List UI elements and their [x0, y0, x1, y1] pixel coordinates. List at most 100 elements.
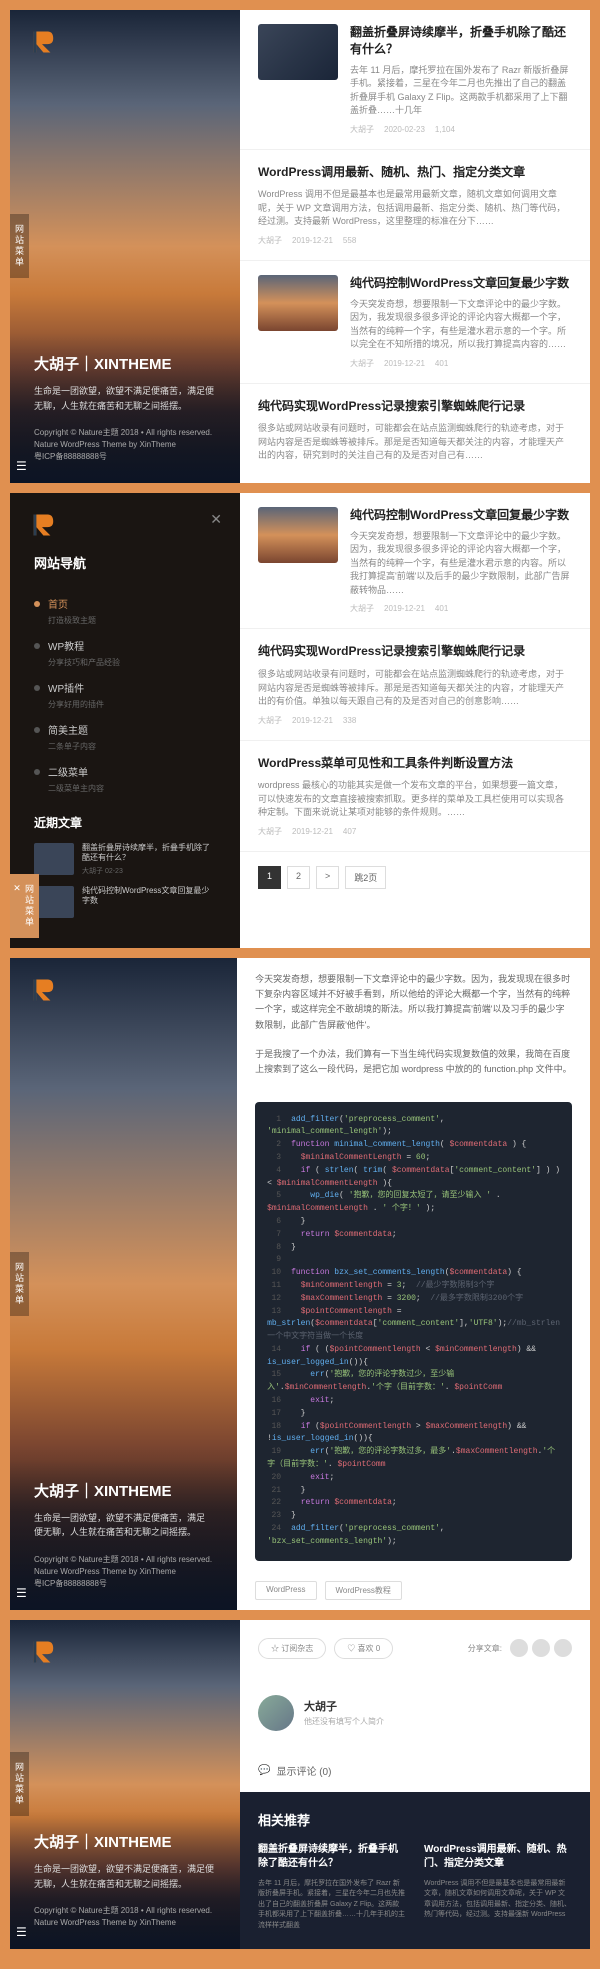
like-button[interactable]: ♡ 喜欢 0	[334, 1638, 393, 1659]
sidebar: 网站菜单 ☰ 大胡子｜XINTHEME 生命是一团欲望，欲望不满足便痛苦，满足便…	[10, 10, 240, 483]
share-icon[interactable]	[554, 1639, 572, 1657]
screenshot-1: 网站菜单 ☰ 大胡子｜XINTHEME 生命是一团欲望，欲望不满足便痛苦，满足便…	[10, 10, 590, 483]
copy-line: Copyright © Nature主题 2018 • All rights r…	[34, 427, 216, 439]
sidebar-menu-tab[interactable]: 网站菜单	[10, 1752, 29, 1816]
post-meta: 大胡子2019-12-21401	[350, 603, 572, 614]
post-title[interactable]: 纯代码实现WordPress记录搜索引擎蜘蛛爬行记录	[258, 398, 572, 415]
site-title[interactable]: 大胡子｜XINTHEME	[34, 1480, 213, 1501]
author-box: 大胡子 他还没有填写个人简介	[240, 1677, 590, 1749]
nav-item-theme[interactable]: 简美主题	[34, 714, 216, 745]
tag-list: WordPress WordPress教程	[237, 1571, 590, 1610]
nav-item-submenu[interactable]: 二级菜单	[34, 756, 216, 787]
related-title: 翻盖折叠屏诗续摩半，折叠手机除了酷还有什么？	[258, 1843, 406, 1871]
post-title[interactable]: 翻盖折叠屏诗续摩半，折叠手机除了酷还有什么？	[350, 24, 572, 58]
post-excerpt: WordPress 调用不但是最基本也是最常用最新文章，随机文章如何调用文章呢，…	[258, 188, 572, 229]
main-content: 纯代码控制WordPress文章回复最少字数 今天突发奇想，想要限制一下文章评论…	[240, 493, 590, 948]
article-paragraph: 今天突发奇想，想要限制一下文章评论中的最少字数。因为，我发现现在很多时下复杂内容…	[237, 958, 590, 1047]
post-title[interactable]: WordPress调用最新、随机、热门、指定分类文章	[258, 164, 572, 181]
logo[interactable]	[28, 511, 56, 539]
post-thumbnail	[258, 507, 338, 563]
sidebar-menu-tab[interactable]: 网站菜单	[10, 1252, 29, 1316]
nav-item-tutorial[interactable]: WP教程	[34, 630, 216, 661]
avatar[interactable]	[258, 1695, 294, 1731]
post-meta: 大胡子2019-12-21401	[350, 358, 572, 369]
nav-item-home[interactable]: 首页	[34, 588, 216, 619]
nav-item-plugin[interactable]: WP插件	[34, 672, 216, 703]
copy-line: 粤ICP备88888888号	[34, 1578, 213, 1590]
share-label: 分享文章:	[468, 1643, 502, 1654]
post-item[interactable]: 纯代码控制WordPress文章回复最少字数 今天突发奇想，想要限制一下文章评论…	[240, 493, 590, 629]
site-desc: 生命是一团欲望，欲望不满足便痛苦，满足便无聊，人生就在痛苦和无聊之间摇摆。	[34, 1862, 216, 1891]
recent-item[interactable]: 翻盖折叠屏诗续摩半，折叠手机除了酷还有什么？大胡子 02-23	[34, 843, 216, 876]
post-excerpt: 今天突发奇想，想要限制一下文章评论中的最少字数。因为，我发现很多很多评论的评论内…	[350, 530, 572, 598]
hamburger-icon[interactable]: ☰	[16, 1925, 27, 1939]
recent-thumb	[34, 886, 74, 918]
share-icon[interactable]	[532, 1639, 550, 1657]
sidebar: 网站菜单 ☰ 大胡子｜XINTHEME 生命是一团欲望，欲望不满足便痛苦，满足便…	[10, 1620, 240, 1950]
pagination: 1 2 > 跳2页	[240, 852, 590, 903]
post-excerpt: 很多站或网站收录有问题时，可能都会在站点监测蜘蛛爬行的轨迹考虑，对于网站内容是否…	[258, 668, 572, 709]
post-item[interactable]: WordPress调用最新、随机、热门、指定分类文章 WordPress 调用不…	[240, 150, 590, 261]
copy-line: Copyright © Nature主题 2018 • All rights r…	[34, 1905, 216, 1917]
sidebar-menu-tab[interactable]: 网站菜单	[10, 214, 29, 278]
post-title[interactable]: 纯代码实现WordPress记录搜索引擎蜘蛛爬行记录	[258, 643, 572, 660]
logo[interactable]	[28, 976, 56, 1004]
tag-item[interactable]: WordPress教程	[325, 1581, 402, 1600]
tag-item[interactable]: WordPress	[255, 1581, 316, 1600]
recent-title: 纯代码控制WordPress文章回复最少字数	[82, 886, 216, 907]
post-excerpt: 今天突发奇想，想要限制一下文章评论中的最少字数。因为，我发现很多很多评论的评论内…	[350, 298, 572, 352]
nav-panel: ✕ 网站菜单✕ 网站导航 首页 打造极致主题 WP教程 分享技巧和产品经验 WP…	[10, 493, 240, 948]
page-button-2[interactable]: 2	[287, 866, 310, 889]
related-item[interactable]: 翻盖折叠屏诗续摩半，折叠手机除了酷还有什么？ 去年 11 月后，摩托罗拉在国外发…	[258, 1843, 406, 1932]
post-title[interactable]: 纯代码控制WordPress文章回复最少字数	[350, 507, 572, 524]
hamburger-icon[interactable]: ☰	[16, 459, 27, 473]
copy-line: Nature WordPress Theme by XinTheme	[34, 1917, 216, 1929]
page-button-next[interactable]: >	[316, 866, 339, 889]
copyright: Copyright © Nature主题 2018 • All rights r…	[34, 427, 216, 463]
post-meta: 大胡子2019-12-21338	[258, 715, 572, 726]
hamburger-icon[interactable]: ☰	[16, 1586, 27, 1600]
page-button-1[interactable]: 1	[258, 866, 281, 889]
post-item[interactable]: 翻盖折叠屏诗续摩半，折叠手机除了酷还有什么？ 去年 11 月后，摩托罗拉在国外发…	[240, 10, 590, 150]
sidebar-overlay: 大胡子｜XINTHEME 生命是一团欲望，欲望不满足便痛苦，满足便无聊，人生就在…	[10, 1811, 240, 1949]
related-excerpt: WordPress 调用不但是最基本也是最常用最新文章，随机文章如何调用文章呢，…	[424, 1879, 572, 1921]
logo[interactable]	[28, 28, 56, 56]
copy-line: 粤ICP备88888888号	[34, 451, 216, 463]
screenshot-2: ✕ 网站菜单✕ 网站导航 首页 打造极致主题 WP教程 分享技巧和产品经验 WP…	[10, 493, 590, 948]
author-name[interactable]: 大胡子	[304, 1698, 384, 1714]
post-meta: 大胡子2019-12-21558	[258, 235, 572, 246]
copy-line: Nature WordPress Theme by XinTheme	[34, 1566, 213, 1578]
post-item[interactable]: 纯代码控制WordPress文章回复最少字数 今天突发奇想，想要限制一下文章评论…	[240, 261, 590, 384]
site-title[interactable]: 大胡子｜XINTHEME	[34, 1831, 216, 1852]
post-meta: 大胡子2020-02-231,104	[350, 124, 572, 135]
post-item[interactable]: 纯代码实现WordPress记录搜索引擎蜘蛛爬行记录 很多站或网站收录有问题时，…	[240, 629, 590, 740]
sidebar: 网站菜单 ☰ 大胡子｜XINTHEME 生命是一团欲望，欲望不满足便痛苦，满足便…	[10, 958, 237, 1610]
recent-item[interactable]: 纯代码控制WordPress文章回复最少字数	[34, 886, 216, 918]
post-item[interactable]: 纯代码实现WordPress记录搜索引擎蜘蛛爬行记录 很多站或网站收录有问题时，…	[240, 384, 590, 483]
recent-title: 翻盖折叠屏诗续摩半，折叠手机除了酷还有什么？	[82, 843, 216, 864]
close-icon[interactable]: ✕	[210, 511, 222, 528]
site-title[interactable]: 大胡子｜XINTHEME	[34, 353, 216, 374]
post-excerpt: 很多站或网站收录有问题时，可能都会在站点监测蜘蛛爬行的轨迹考虑，对于网站内容是否…	[258, 422, 572, 463]
post-thumbnail	[258, 24, 338, 80]
post-title[interactable]: 纯代码控制WordPress文章回复最少字数	[350, 275, 572, 292]
sidebar-menu-tab[interactable]: 网站菜单✕	[10, 874, 39, 938]
site-desc: 生命是一团欲望，欲望不满足便痛苦，满足便无聊，人生就在痛苦和无聊之间摇摆。	[34, 1511, 213, 1540]
post-excerpt: wordpress 最核心的功能其实是做一个发布文章的平台，如果想要一篇文章，可…	[258, 779, 572, 820]
post-item[interactable]: WordPress菜单可见性和工具条件判断设置方法 wordpress 最核心的…	[240, 741, 590, 852]
page-jump[interactable]: 跳2页	[345, 866, 386, 889]
sidebar-overlay: 大胡子｜XINTHEME 生命是一团欲望，欲望不满足便痛苦，满足便无聊，人生就在…	[10, 1460, 237, 1610]
logo[interactable]	[28, 1638, 56, 1666]
comments-toggle[interactable]: 💬 显示评论 (0)	[240, 1749, 590, 1792]
related-item[interactable]: WordPress调用最新、随机、热门、指定分类文章 WordPress 调用不…	[424, 1843, 572, 1932]
share-icon[interactable]	[510, 1639, 528, 1657]
post-excerpt: 去年 11 月后，摩托罗拉在国外发布了 Razr 新版折叠屏手机。紧接着，三星在…	[350, 64, 572, 118]
screenshot-4: 网站菜单 ☰ 大胡子｜XINTHEME 生命是一团欲望，欲望不满足便痛苦，满足便…	[10, 1620, 590, 1950]
bookmark-button[interactable]: ☆ 订阅杂志	[258, 1638, 326, 1659]
nav-heading: 网站导航	[34, 553, 216, 572]
copyright: Copyright © Nature主题 2018 • All rights r…	[34, 1554, 213, 1590]
code-block: 1add_filter('preprocess_comment', 'minim…	[255, 1102, 572, 1561]
related-heading: 相关推荐	[258, 1810, 572, 1829]
post-title[interactable]: WordPress菜单可见性和工具条件判断设置方法	[258, 755, 572, 772]
post-thumbnail	[258, 275, 338, 331]
